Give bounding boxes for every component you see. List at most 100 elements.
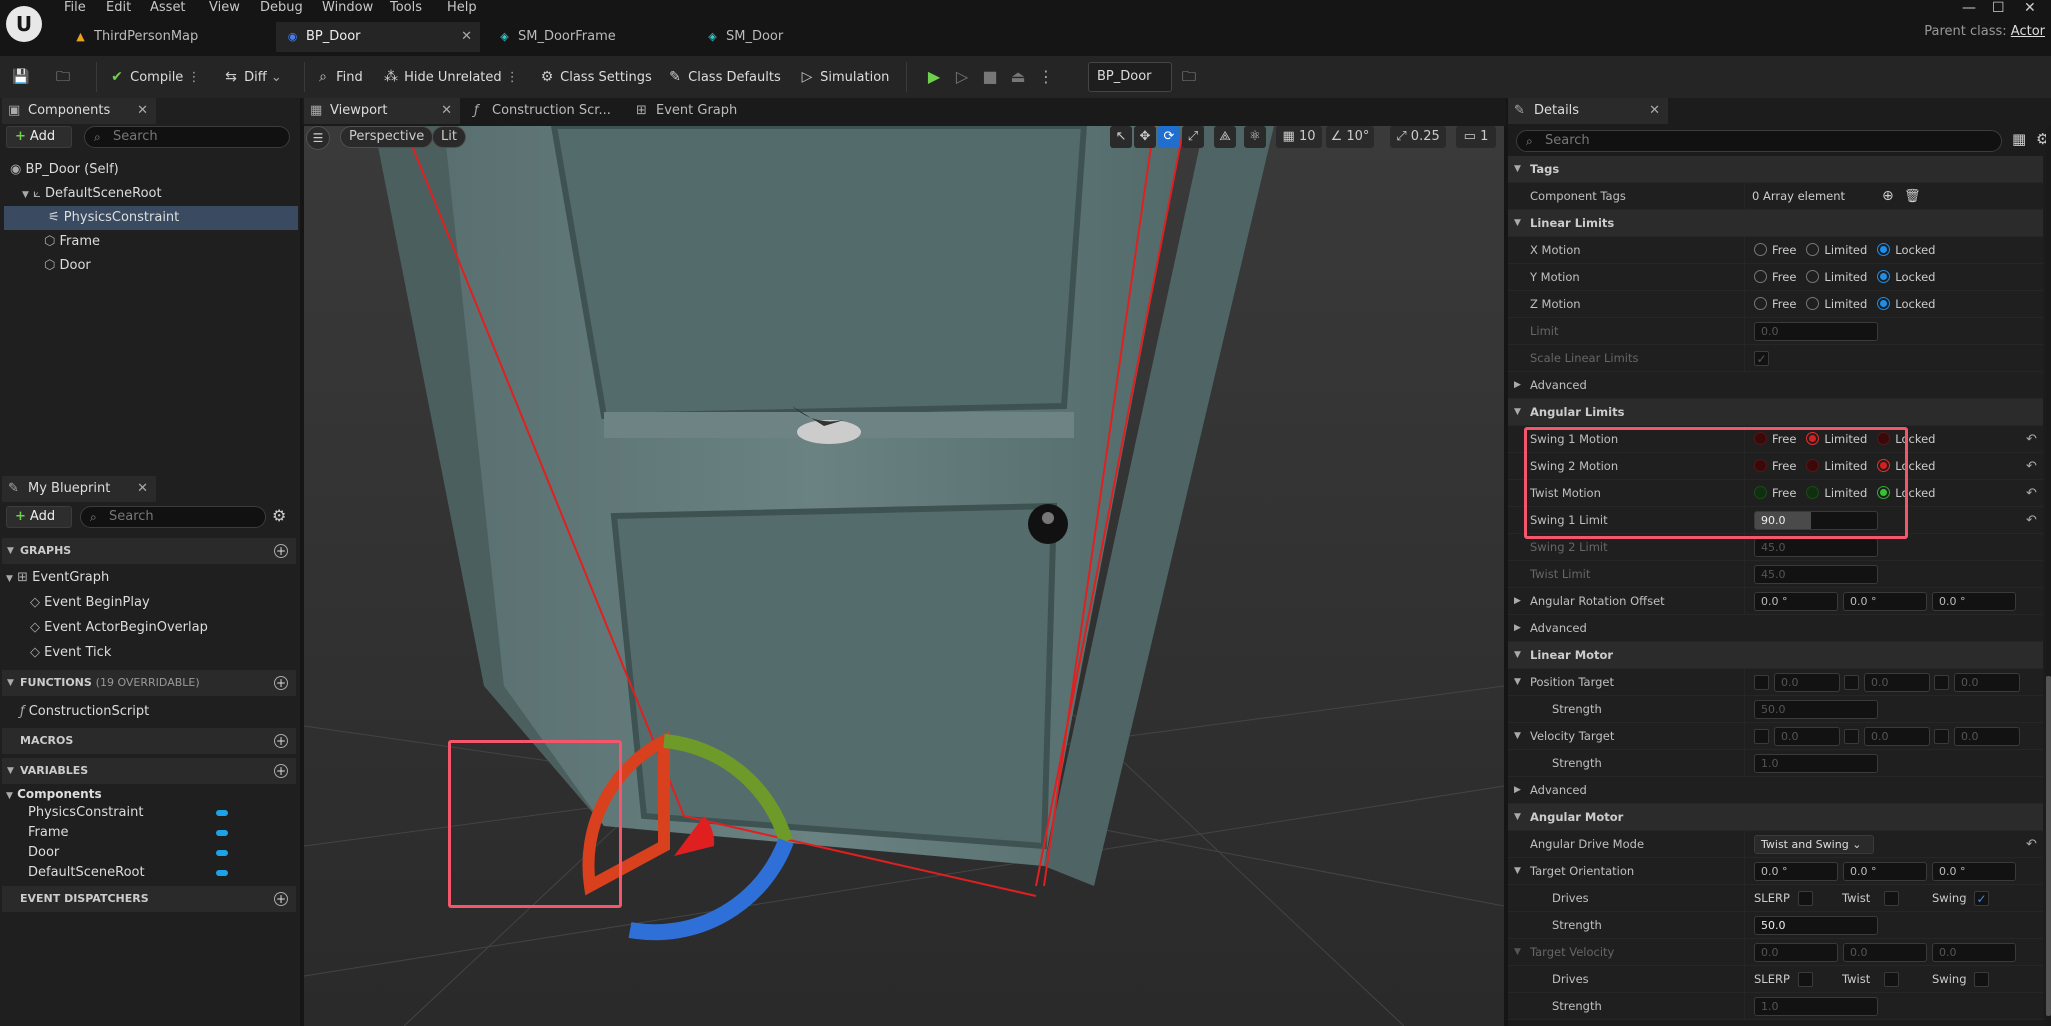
position-strength-input[interactable]: 50.0 bbox=[1754, 700, 1878, 719]
velocity-x-checkbox[interactable] bbox=[1754, 729, 1769, 744]
list-item-event-beginplay[interactable]: ◇ Event BeginPlay bbox=[30, 591, 150, 615]
my-blueprint-search-input[interactable]: ⌕ Search bbox=[80, 506, 266, 528]
tab-details[interactable]: ✎ Details ✕ bbox=[1508, 98, 1668, 124]
compile-button[interactable]: ✔ Compile ⋮ bbox=[108, 64, 200, 90]
tab-my-blueprint[interactable]: ✎ My Blueprint ✕ bbox=[2, 476, 156, 502]
save-button[interactable]: 💾 bbox=[12, 64, 30, 90]
radio-free[interactable]: Free bbox=[1754, 270, 1796, 284]
menu-tools[interactable]: Tools bbox=[390, 0, 422, 18]
tab-sm-doorframe[interactable]: ◈ SM_DoorFrame bbox=[488, 22, 688, 52]
property-matrix-icon[interactable]: ▦ bbox=[2012, 130, 2026, 148]
translate-mode-icon[interactable]: ✥ bbox=[1134, 126, 1156, 148]
menu-help[interactable]: Help bbox=[447, 0, 477, 18]
scale-linear-limits-checkbox[interactable]: ✓ bbox=[1754, 351, 1769, 366]
functions-section-header[interactable]: ▼ FUNCTIONS (19 OVERRIDABLE) + bbox=[2, 670, 296, 696]
grid-snap-button[interactable]: ▦ 10 bbox=[1276, 126, 1322, 148]
add-circle-icon[interactable]: + bbox=[274, 544, 288, 558]
twist-checkbox[interactable] bbox=[1884, 972, 1899, 987]
gear-icon[interactable]: ⚙ bbox=[272, 506, 286, 525]
scrollbar-thumb[interactable] bbox=[2046, 676, 2051, 1016]
debug-browse-button[interactable]: 🗀 bbox=[1180, 64, 1198, 90]
world-local-icon[interactable]: ⚛ bbox=[1244, 126, 1266, 148]
menu-file[interactable]: File bbox=[64, 0, 86, 18]
more-options-icon[interactable]: ⋮ bbox=[1034, 64, 1058, 90]
tab-components[interactable]: ▣ Components ✕ bbox=[2, 98, 156, 124]
pitch-input[interactable]: 0.0 ° bbox=[1843, 592, 1927, 611]
eject-icon[interactable]: ⏏ bbox=[1006, 64, 1030, 90]
twist-limit-slider[interactable]: 45.0 bbox=[1754, 565, 1878, 584]
velocity-z-input[interactable]: 0.0 bbox=[1954, 727, 2020, 746]
reset-to-default-icon[interactable]: ↶ bbox=[2026, 453, 2037, 480]
angular-velocity-strength-input[interactable]: 1.0 bbox=[1754, 997, 1878, 1016]
angular-velocity-x-input[interactable]: 0.0 bbox=[1754, 943, 1838, 962]
step-icon[interactable]: ▷ bbox=[950, 64, 974, 90]
angular-velocity-y-input[interactable]: 0.0 bbox=[1843, 943, 1927, 962]
category-linear-limits[interactable]: ▼ Linear Limits bbox=[1508, 210, 2043, 237]
velocity-y-checkbox[interactable] bbox=[1844, 729, 1859, 744]
swing-checkbox[interactable] bbox=[1974, 972, 1989, 987]
category-tags[interactable]: ▼ Tags bbox=[1508, 156, 2043, 183]
class-settings-button[interactable]: ⚙ Class Settings bbox=[538, 64, 652, 90]
category-linear-motor[interactable]: ▼ Linear Motor bbox=[1508, 642, 2043, 669]
radio-limited[interactable]: Limited bbox=[1806, 243, 1867, 257]
surface-snap-icon[interactable]: ⟁ bbox=[1214, 126, 1236, 148]
variables-section-header[interactable]: ▼ VARIABLES + bbox=[2, 758, 296, 784]
viewport-canvas[interactable] bbox=[304, 126, 1504, 1026]
close-icon[interactable]: ✕ bbox=[137, 98, 148, 124]
orientation-pitch-input[interactable]: 0.0 ° bbox=[1843, 862, 1927, 881]
angular-drive-mode-dropdown[interactable]: Twist and Swing ⌄ bbox=[1754, 835, 1874, 854]
close-window-icon[interactable]: ✕ bbox=[2024, 0, 2036, 16]
angular-velocity-z-input[interactable]: 0.0 bbox=[1932, 943, 2016, 962]
details-scrollbar[interactable] bbox=[2046, 126, 2051, 1026]
orientation-roll-input[interactable]: 0.0 ° bbox=[1754, 862, 1838, 881]
graphs-section-header[interactable]: ▼ GRAPHS + bbox=[2, 538, 296, 564]
tree-item-defaultsceneroot[interactable]: ▼ ⟀ DefaultSceneRoot bbox=[0, 182, 294, 206]
velocity-y-input[interactable]: 0.0 bbox=[1864, 727, 1930, 746]
add-circle-icon[interactable]: + bbox=[274, 892, 288, 906]
list-item-eventgraph[interactable]: ▼ ⊞ EventGraph bbox=[6, 566, 109, 590]
tree-item-door[interactable]: ⬡ Door bbox=[0, 254, 294, 278]
expand-icon[interactable]: ▼ bbox=[1514, 723, 1521, 750]
reset-to-default-icon[interactable]: ↶ bbox=[2026, 831, 2037, 858]
tab-construction-script[interactable]: ƒ Construction Scr... bbox=[466, 98, 622, 124]
list-item-event-actorbeginoverlap[interactable]: ◇ Event ActorBeginOverlap bbox=[30, 616, 208, 640]
expand-icon[interactable]: ▶ bbox=[1514, 588, 1521, 615]
radio-limited[interactable]: Limited bbox=[1806, 297, 1867, 311]
slerp-checkbox[interactable] bbox=[1798, 972, 1813, 987]
macros-section-header[interactable]: MACROS + bbox=[2, 728, 296, 754]
radio-locked[interactable]: Locked bbox=[1877, 297, 1936, 311]
position-z-input[interactable]: 0.0 bbox=[1954, 673, 2020, 692]
radio-free[interactable]: Free bbox=[1754, 297, 1796, 311]
limit-input[interactable]: 0.0 bbox=[1754, 322, 1878, 341]
unreal-logo-icon[interactable]: U bbox=[6, 6, 42, 42]
orientation-strength-input[interactable]: 50.0 bbox=[1754, 916, 1878, 935]
add-circle-icon[interactable]: + bbox=[274, 734, 288, 748]
position-y-input[interactable]: 0.0 bbox=[1864, 673, 1930, 692]
minimize-icon[interactable]: — bbox=[1962, 0, 1976, 16]
tree-item-frame[interactable]: ⬡ Frame bbox=[0, 230, 294, 254]
expand-icon[interactable]: ▼ bbox=[1514, 858, 1521, 885]
close-icon[interactable]: ✕ bbox=[461, 22, 472, 52]
close-icon[interactable]: ✕ bbox=[1649, 98, 1660, 124]
add-member-button[interactable]: + Add bbox=[6, 506, 72, 528]
debug-object-dropdown[interactable]: BP_Door ⌄ bbox=[1088, 62, 1172, 112]
expand-icon[interactable]: ▼ bbox=[22, 190, 29, 200]
details-search-input[interactable]: ⌕ Search bbox=[1516, 130, 2002, 152]
parent-class-link[interactable]: Actor bbox=[2011, 24, 2045, 39]
menu-view[interactable]: View bbox=[209, 0, 240, 18]
camera-speed-button[interactable]: ▭ 1 bbox=[1456, 126, 1496, 148]
swing2-limit-slider[interactable]: 45.0 bbox=[1754, 538, 1878, 557]
reset-to-default-icon[interactable]: ↶ bbox=[2026, 480, 2037, 507]
lit-button[interactable]: Lit bbox=[432, 126, 466, 148]
velocity-z-checkbox[interactable] bbox=[1934, 729, 1949, 744]
find-button[interactable]: ⌕ Find bbox=[314, 64, 363, 90]
simulation-button[interactable]: ▷ Simulation bbox=[798, 64, 890, 90]
add-component-button[interactable]: + Add bbox=[6, 126, 72, 148]
category-angular-limits[interactable]: ▼ Angular Limits bbox=[1508, 399, 2043, 426]
event-dispatchers-section-header[interactable]: EVENT DISPATCHERS + bbox=[2, 886, 296, 912]
slerp-checkbox[interactable] bbox=[1798, 891, 1813, 906]
play-icon[interactable]: ▶ bbox=[922, 64, 946, 90]
tab-thirdpersonmap[interactable]: ▲ ThirdPersonMap bbox=[64, 22, 274, 52]
position-x-checkbox[interactable] bbox=[1754, 675, 1769, 690]
scale-mode-icon[interactable]: ⤢ bbox=[1182, 126, 1204, 148]
